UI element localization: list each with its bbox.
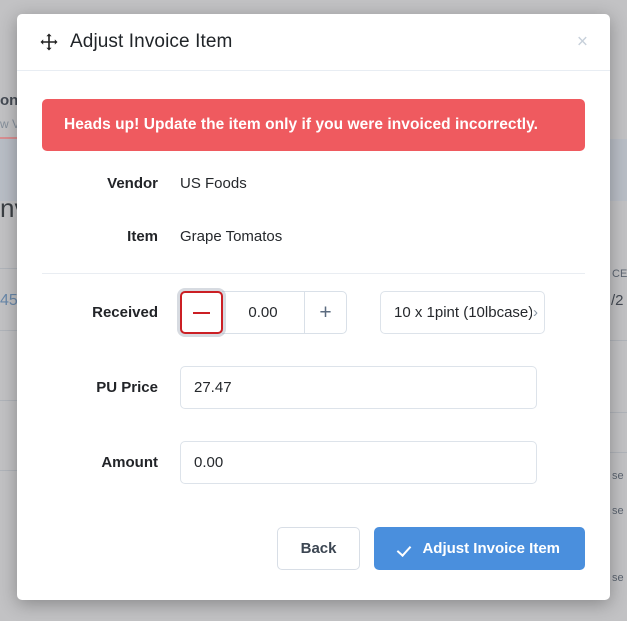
move-cross-icon[interactable] <box>39 32 59 52</box>
minus-icon <box>193 311 210 314</box>
background-fragment-number: 45 <box>0 292 18 309</box>
background-fragment-ce: CE <box>612 268 627 280</box>
row-spacer-1 <box>42 339 585 361</box>
background-fragment-se-2: se <box>612 505 624 517</box>
vendor-label: Vendor <box>107 175 158 192</box>
close-icon[interactable]: × <box>571 29 594 56</box>
adjust-invoice-item-button-label: Adjust Invoice Item <box>422 540 560 557</box>
background-rule-3 <box>0 400 18 401</box>
dialog-title: Adjust Invoice Item <box>70 31 233 52</box>
background-rule-r1 <box>609 340 627 341</box>
received-row: Received 0.00 + 10 x 1pint (10lbcase) › <box>42 286 585 339</box>
received-quantity-stepper: 0.00 + <box>180 291 347 334</box>
row-spacer-2 <box>42 414 585 436</box>
dialog-header[interactable]: Adjust Invoice Item × <box>17 14 610 71</box>
background-rule-4 <box>0 470 18 471</box>
unit-select-value: 10 x 1pint (10lbcase) <box>394 304 532 321</box>
amount-row: Amount <box>42 436 585 489</box>
unit-select[interactable]: 10 x 1pint (10lbcase) › <box>380 291 545 334</box>
warning-alert: Heads up! Update the item only if you we… <box>42 99 585 151</box>
dialog-footer: Back Adjust Invoice Item <box>17 527 610 600</box>
check-icon <box>399 542 413 556</box>
background-rule-r3 <box>609 452 627 453</box>
increment-button[interactable]: + <box>304 291 347 334</box>
item-label: Item <box>127 228 158 245</box>
dialog-body: Heads up! Update the item only if you we… <box>17 71 610 527</box>
amount-label: Amount <box>101 454 158 471</box>
item-value: Grape Tomatos <box>180 228 283 245</box>
pu-price-input[interactable] <box>180 366 537 409</box>
background-fragment-top: on <box>0 92 19 109</box>
chevron-right-icon: › <box>533 304 538 321</box>
adjust-invoice-item-button[interactable]: Adjust Invoice Item <box>374 527 585 570</box>
background-red-rule <box>0 137 18 139</box>
section-divider <box>42 273 585 274</box>
background-rule-1 <box>0 268 18 269</box>
background-fragment-se-3: se <box>612 572 624 584</box>
received-label: Received <box>92 304 158 321</box>
background-rule-r2 <box>609 412 627 413</box>
adjust-invoice-item-dialog: Adjust Invoice Item × Heads up! Update t… <box>17 14 610 600</box>
vendor-value: US Foods <box>180 175 247 192</box>
background-fragment-date: /2 <box>611 292 624 309</box>
received-quantity-value[interactable]: 0.00 <box>222 291 304 334</box>
pu-price-row: PU Price <box>42 361 585 414</box>
item-row: Item Grape Tomatos <box>42 210 585 263</box>
pu-price-label: PU Price <box>96 379 158 396</box>
amount-input[interactable] <box>180 441 537 484</box>
vendor-row: Vendor US Foods <box>42 157 585 210</box>
background-rule-2 <box>0 330 18 331</box>
decrement-button[interactable] <box>180 291 223 334</box>
back-button[interactable]: Back <box>276 527 361 570</box>
background-fragment-se-1: se <box>612 470 624 482</box>
